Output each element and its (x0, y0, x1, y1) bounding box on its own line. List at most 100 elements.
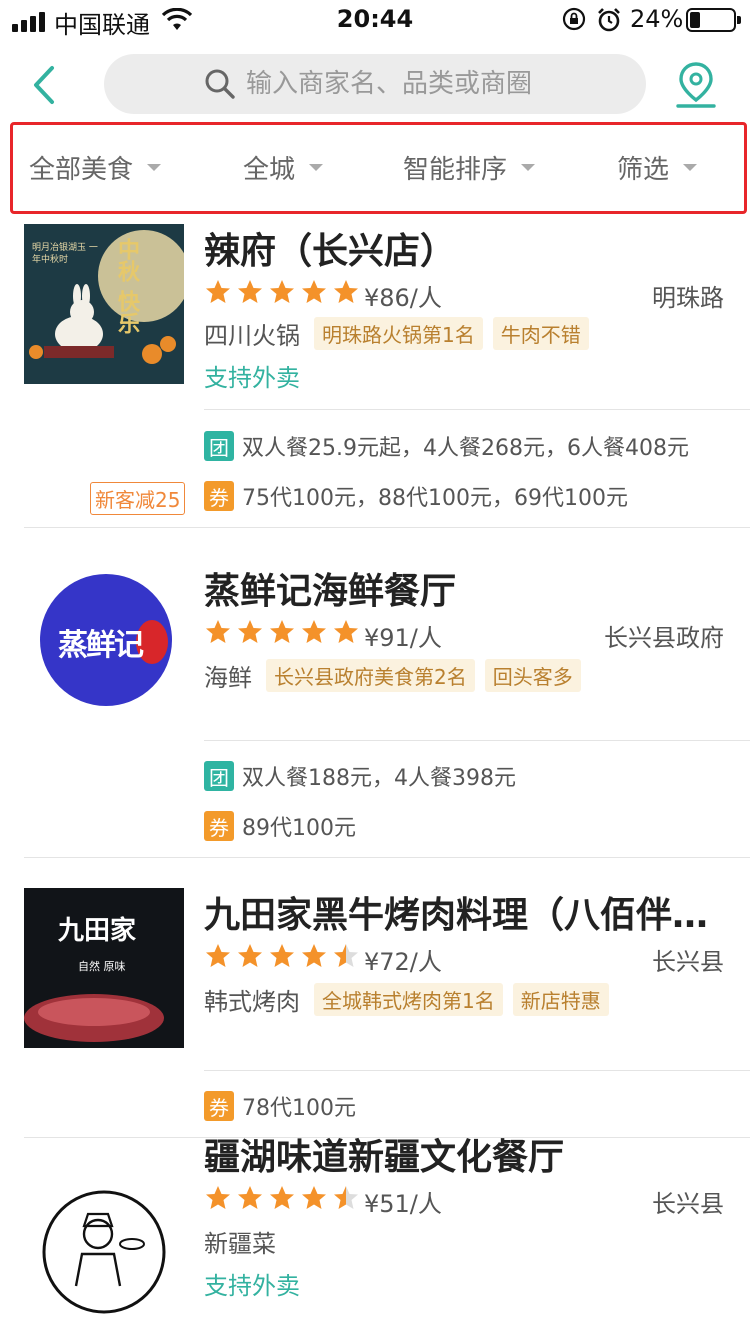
star-icon (270, 280, 294, 303)
star-icon (238, 280, 262, 303)
filter-category-label: 全部美食 (29, 155, 134, 185)
group-deal[interactable]: 团 双人餐188元，4人餐398元 (204, 760, 516, 792)
filter-category[interactable]: 全部美食 (29, 149, 162, 186)
battery-icon (686, 8, 741, 32)
search-bar[interactable] (104, 54, 646, 114)
voucher-text: 78代100元 (242, 1096, 356, 1121)
thumbnail-title: 快乐 (114, 290, 139, 334)
filter-region[interactable]: 全城 (243, 149, 324, 186)
feature-tag: 牛肉不错 (492, 317, 589, 350)
divider (204, 740, 750, 741)
group-deal-badge: 团 (204, 761, 234, 791)
voucher-badge: 券 (204, 481, 234, 511)
category: 海鲜 (204, 664, 252, 692)
voucher-deal[interactable]: 券 78代100元 (204, 1090, 356, 1122)
star-icon (206, 280, 230, 303)
delivery-label[interactable]: 支持外卖 (204, 1266, 300, 1301)
half-star-icon (334, 944, 358, 967)
category: 四川火锅 (204, 322, 300, 350)
divider (204, 1070, 750, 1071)
rank-tag: 长兴县政府美食第2名 (266, 659, 475, 692)
star-icon (302, 1186, 326, 1209)
shop-card[interactable]: 九田家 自然 原味 九田家黑牛烤肉料理（八佰伴… ¥72/人 长兴县 韩式烤肉 … (0, 858, 750, 1138)
delivery-label[interactable]: 支持外卖 (204, 358, 300, 393)
group-deal[interactable]: 团 双人餐25.9元起，4人餐268元，6人餐408元 (204, 430, 689, 462)
voucher-text: 89代100元 (242, 816, 356, 841)
filter-bar: 全部美食 全城 智能排序 筛选 (10, 122, 747, 214)
shop-name[interactable]: 蒸鲜记海鲜餐厅 (204, 562, 456, 614)
thumbnail-caption: 自然 原味 (78, 960, 126, 973)
star-icon (270, 620, 294, 643)
group-deal-text: 双人餐25.9元起，4人餐268元，6人餐408元 (242, 436, 689, 461)
business-area: 明珠路 (652, 284, 724, 312)
battery-percent: 24% (630, 5, 684, 33)
rank-tag: 全城韩式烤肉第1名 (314, 983, 503, 1016)
thumbnail-title: 中秋 (114, 238, 139, 282)
search-input[interactable] (246, 69, 546, 99)
voucher-deal[interactable]: 券 75代100元，88代100元，69代100元 (204, 480, 628, 512)
category-line: 海鲜 长兴县政府美食第2名 回头客多 (204, 658, 581, 693)
star-icon (238, 620, 262, 643)
new-customer-badge: 新客减25 (90, 482, 186, 515)
rating-stars (204, 1184, 360, 1212)
status-bar: 中国联通 20:44 24% (0, 0, 750, 40)
shop-thumbnail: 九田家 自然 原味 (24, 888, 184, 1048)
star-icon (334, 620, 358, 643)
feature-tag: 回头客多 (484, 659, 581, 692)
filter-sort-label: 智能排序 (403, 155, 508, 185)
category-line: 韩式烤肉 全城韩式烤肉第1名 新店特惠 (204, 982, 609, 1017)
filter-more-label: 筛选 (617, 155, 670, 185)
shop-name[interactable]: 疆湖味道新疆文化餐厅 (204, 1128, 564, 1180)
star-icon (270, 944, 294, 967)
voucher-deal[interactable]: 券 89代100元 (204, 810, 356, 842)
filter-sort[interactable]: 智能排序 (403, 149, 536, 186)
half-star-icon (334, 1186, 358, 1209)
star-icon (206, 944, 230, 967)
filter-more[interactable]: 筛选 (617, 149, 698, 186)
category: 新疆菜 (204, 1230, 276, 1258)
price-per-person: ¥51/人 (364, 1190, 442, 1218)
category-line: 新疆菜 (204, 1224, 280, 1259)
business-area: 长兴县政府 (604, 624, 724, 652)
voucher-text: 75代100元，88代100元，69代100元 (242, 486, 628, 511)
map-location-icon[interactable] (670, 60, 722, 112)
shop-card[interactable]: 蒸鲜记 蒸鲜记海鲜餐厅 ¥91/人 长兴县政府 海鲜 长兴县政府美食第2名 回头… (0, 528, 750, 858)
shop-list: 明月冶银湖玉 一年中秋时 中秋 快乐 辣府（长兴店） ¥86/人 明珠路 四川火… (0, 214, 750, 1334)
business-area: 长兴县 (652, 1190, 724, 1218)
shop-card[interactable]: 疆湖味道新疆文化餐厅 ¥51/人 长兴县 新疆菜 支持外卖 (0, 1137, 750, 1334)
star-icon (302, 620, 326, 643)
shop-thumbnail (24, 1164, 184, 1324)
star-icon (238, 1186, 262, 1209)
feature-tag: 新店特惠 (512, 983, 609, 1016)
star-icon (238, 944, 262, 967)
shop-name[interactable]: 辣府（长兴店） (204, 222, 456, 274)
shop-card[interactable]: 明月冶银湖玉 一年中秋时 中秋 快乐 辣府（长兴店） ¥86/人 明珠路 四川火… (0, 214, 750, 528)
thumbnail-title: 九田家 (58, 916, 137, 946)
divider (204, 409, 750, 410)
voucher-badge: 券 (204, 811, 234, 841)
star-icon (206, 1186, 230, 1209)
logo-text: 蒸鲜记 (58, 628, 144, 663)
star-icon (334, 280, 358, 303)
star-icon (302, 280, 326, 303)
alarm-icon (598, 8, 620, 32)
star-icon (302, 944, 326, 967)
shop-thumbnail: 明月冶银湖玉 一年中秋时 中秋 快乐 (24, 224, 184, 384)
price-per-person: ¥72/人 (364, 948, 442, 976)
star-icon (206, 620, 230, 643)
back-icon[interactable] (22, 58, 72, 112)
star-icon (270, 1186, 294, 1209)
group-deal-text: 双人餐188元，4人餐398元 (242, 766, 516, 791)
price-per-person: ¥86/人 (364, 284, 442, 312)
rating-stars (204, 618, 360, 646)
rotation-lock-icon (562, 7, 586, 31)
price-per-person: ¥91/人 (364, 624, 442, 652)
shop-name[interactable]: 九田家黑牛烤肉料理（八佰伴… (204, 886, 708, 938)
group-deal-badge: 团 (204, 431, 234, 461)
category-line: 四川火锅 明珠路火锅第1名 牛肉不错 (204, 316, 589, 351)
rating-stars (204, 942, 360, 970)
thumbnail-caption: 明月冶银湖玉 一年中秋时 (32, 243, 98, 265)
business-area: 长兴县 (652, 948, 724, 976)
category: 韩式烤肉 (204, 988, 300, 1016)
filter-region-label: 全城 (243, 155, 296, 185)
